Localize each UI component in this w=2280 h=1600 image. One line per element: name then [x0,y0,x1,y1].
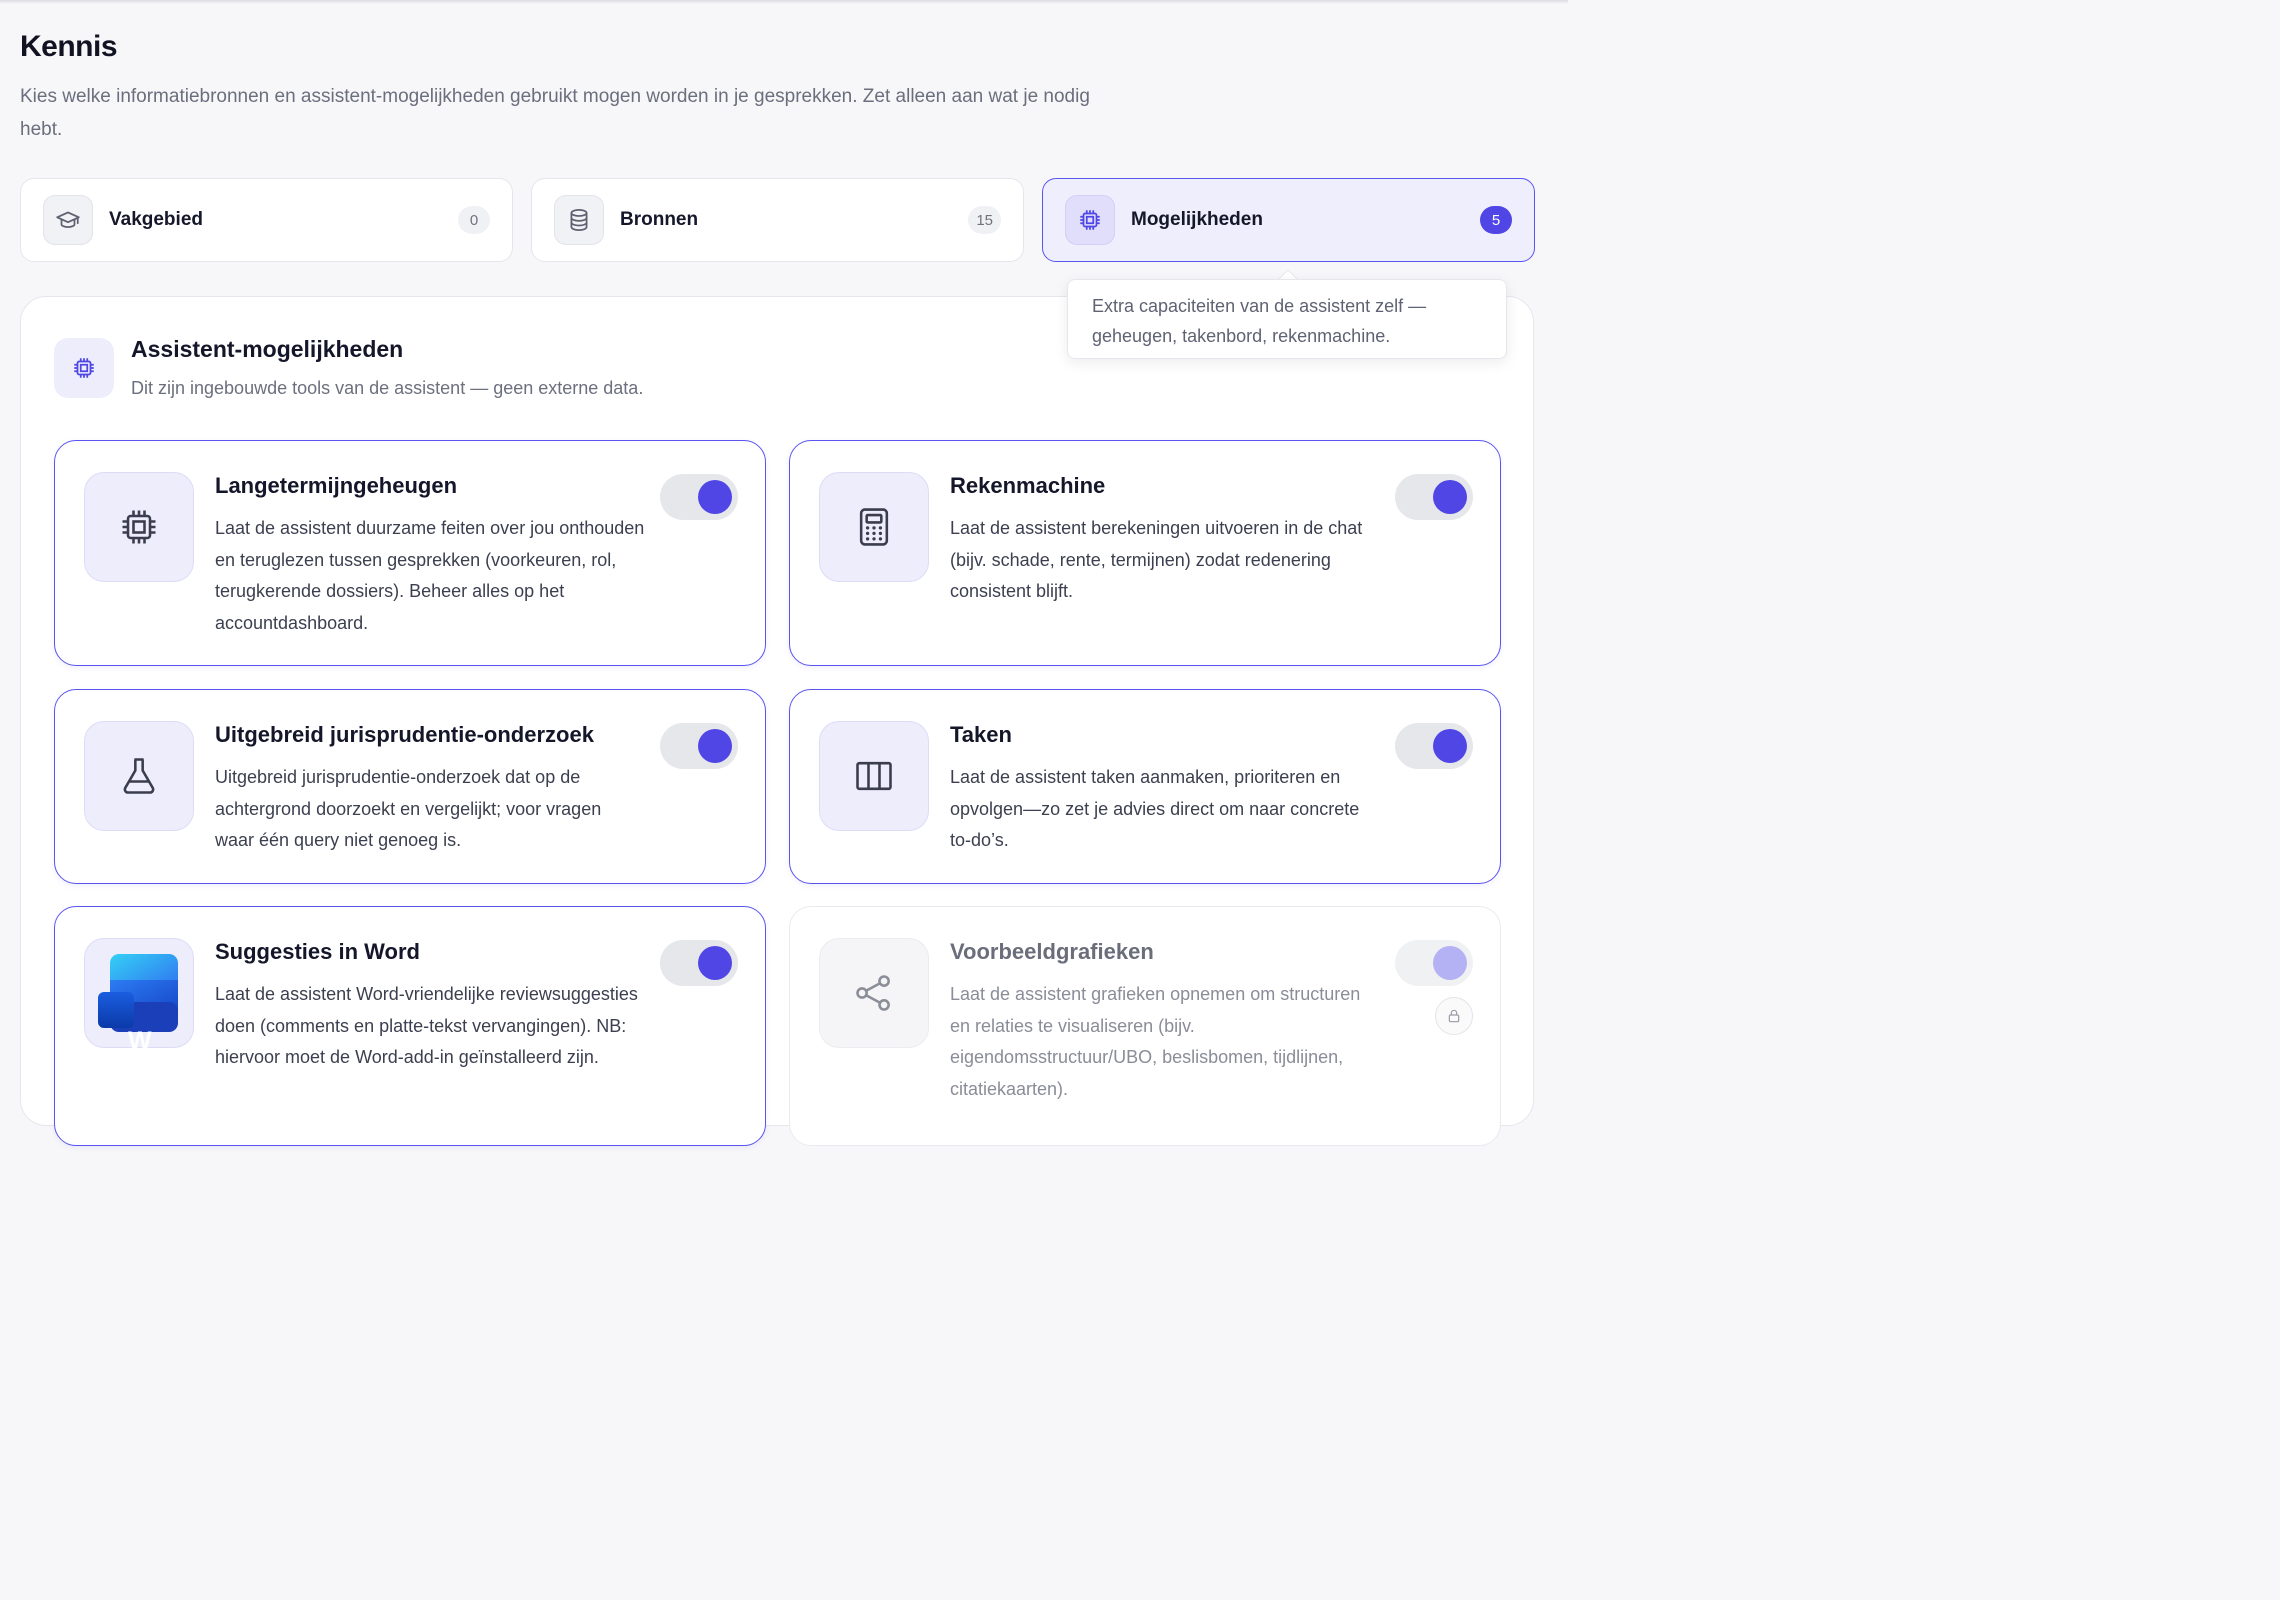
chip-icon [1065,195,1115,245]
page-description: Kies welke informatiebronnen en assisten… [20,86,1090,140]
flask-icon [84,721,194,831]
tab-label: Bronnen [620,209,699,230]
capability-card-jurisprudentie-onderzoek[interactable]: Uitgebreid jurisprudentie-onderzoek Uitg… [54,689,766,884]
graduation-cap-icon [43,195,93,245]
card-description: Uitgebreid jurisprudentie-onderzoek dat … [215,767,602,850]
card-description: Laat de assistent Word-vriendelijke revi… [215,984,638,1067]
card-title: Voorbeeldgrafieken [950,939,1154,964]
chip-icon [84,472,194,582]
tab-tooltip: Extra capaciteiten van de assistent zelf… [1067,279,1507,359]
toggle-knob [698,946,732,980]
capability-card-langetermijngeheugen[interactable]: Langetermijngeheugen Laat de assistent d… [54,440,766,666]
toggle-knob [1433,946,1467,980]
tab-bronnen[interactable]: Bronnen 15 [531,178,1024,262]
tab-vakgebied[interactable]: Vakgebied 0 [20,178,513,262]
word-logo-icon: W [84,938,194,1055]
card-title: Taken [950,722,1012,747]
toggle-knob [1433,729,1467,763]
card-title: Langetermijngeheugen [215,473,458,498]
lock-icon [1435,997,1473,1035]
share-nodes-icon [819,938,929,1048]
tab-count-badge: 15 [968,206,1001,234]
capability-card-taken[interactable]: Taken Laat de assistent taken aanmaken, … [789,689,1501,884]
capability-card-rekenmachine[interactable]: Rekenmachine Laat de assistent berekenin… [789,440,1501,666]
toggle-knob [698,729,732,763]
toggle-switch[interactable] [660,940,738,986]
tab-label: Vakgebied [109,209,203,230]
database-icon [554,195,604,245]
section-title: Assistent-mogelijkheden [131,336,404,362]
tab-count-badge: 0 [458,206,490,234]
card-description: Laat de assistent grafieken opnemen om s… [950,984,1361,1099]
toggle-switch[interactable] [1395,723,1473,769]
section-subtitle: Dit zijn ingebouwde tools van de assiste… [131,378,644,398]
tab-mogelijkheden[interactable]: Mogelijkheden 5 [1042,178,1535,262]
toggle-knob [1433,480,1467,514]
calculator-icon [819,472,929,582]
toggle-switch[interactable] [1395,940,1473,986]
toggle-knob [698,480,732,514]
card-description: Laat de assistent duurzame feiten over j… [215,518,645,633]
tab-label: Mogelijkheden [1131,209,1263,230]
tab-count-badge: 5 [1480,206,1512,234]
page-title: Kennis [20,30,118,63]
word-logo-letter: W [128,1027,152,1055]
capability-card-voorbeeldgrafieken[interactable]: Voorbeeldgrafieken Laat de assistent gra… [789,906,1501,1146]
card-description: Laat de assistent berekeningen uitvoeren… [950,518,1363,601]
card-title: Suggesties in Word [215,939,420,964]
top-shadow [0,0,1568,4]
card-description: Laat de assistent taken aanmaken, priori… [950,767,1360,850]
card-title: Uitgebreid jurisprudentie-onderzoek [215,722,594,747]
toggle-switch[interactable] [660,723,738,769]
chip-icon [54,338,114,398]
kanban-icon [819,721,929,831]
toggle-switch[interactable] [1395,474,1473,520]
card-title: Rekenmachine [950,473,1106,498]
toggle-switch[interactable] [660,474,738,520]
capability-card-suggesties-in-word[interactable]: W Suggesties in Word Laat de assistent W… [54,906,766,1146]
